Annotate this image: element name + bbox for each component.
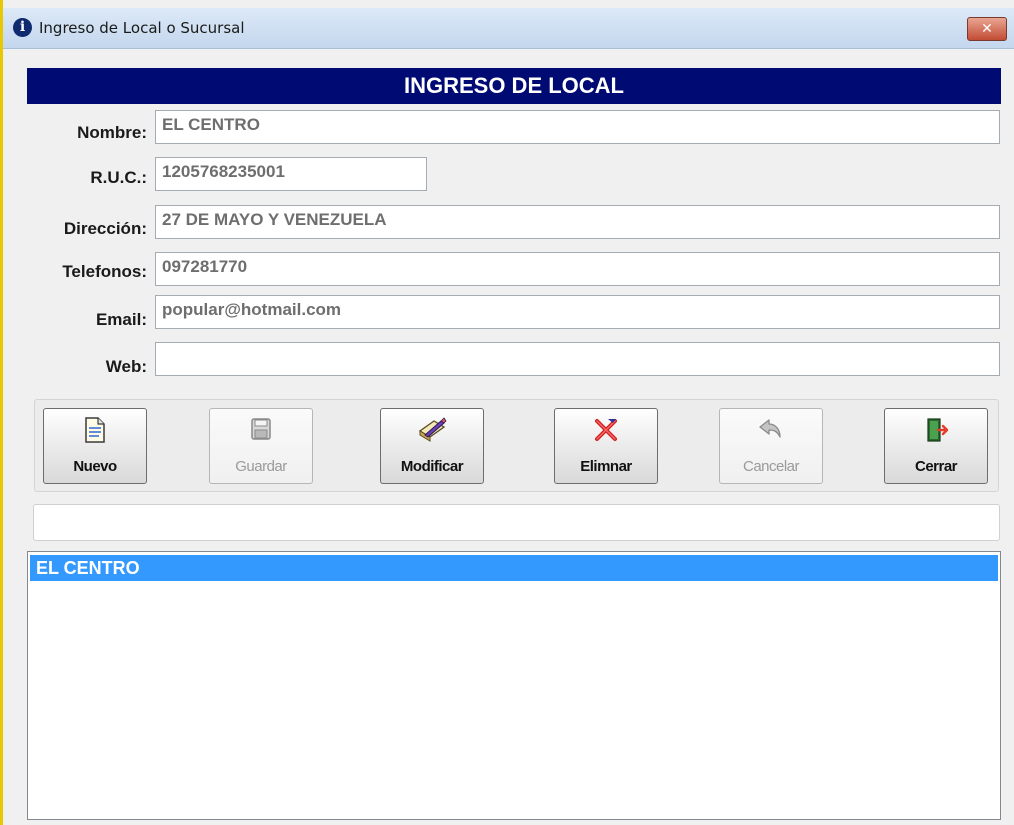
guardar-button[interactable]: Guardar <box>209 408 313 484</box>
app-window: i Ingreso de Local o Sucursal ✕ INGRESO … <box>0 0 1014 825</box>
nombre-field[interactable]: EL CENTRO <box>155 110 1000 144</box>
modificar-button[interactable]: Modificar <box>380 408 484 484</box>
action-toolbar: Nuevo Guardar Modificar Elimnar Cancelar… <box>34 399 999 492</box>
web-field[interactable] <box>155 342 1000 376</box>
ruc-field[interactable]: 1205768235001 <box>155 157 427 191</box>
ruc-label: R.U.C.: <box>90 168 147 187</box>
undo-arrow-icon <box>759 419 781 438</box>
nombre-label: Nombre: <box>77 123 147 142</box>
telefonos-label: Telefonos: <box>62 262 147 281</box>
telefonos-field[interactable]: 097281770 <box>155 252 1000 286</box>
cerrar-button[interactable]: Cerrar <box>884 408 988 484</box>
status-field[interactable] <box>33 504 1000 541</box>
local-list[interactable]: EL CENTRO <box>27 551 1001 820</box>
delete-x-icon <box>595 419 617 441</box>
save-icon <box>251 418 271 440</box>
email-label: Email: <box>95 310 147 329</box>
document-icon <box>85 417 105 443</box>
direccion-label: Dirección: <box>63 219 147 238</box>
cerrar-button-label: Cerrar <box>914 458 958 475</box>
cancelar-button-label: Cancelar <box>742 458 800 475</box>
title-bar: i Ingreso de Local o Sucursal ✕ <box>3 8 1014 49</box>
window-left-edge <box>0 0 3 825</box>
cancelar-button[interactable]: Cancelar <box>719 408 823 484</box>
exit-door-icon <box>927 418 949 442</box>
eliminar-button[interactable]: Elimnar <box>554 408 658 484</box>
guardar-button-label: Guardar <box>235 458 287 475</box>
email-field[interactable]: popular@hotmail.com <box>155 295 1000 329</box>
list-item[interactable]: EL CENTRO <box>30 555 998 581</box>
web-label: Web: <box>105 357 147 376</box>
eliminar-button-label: Elimnar <box>580 458 632 475</box>
modificar-button-label: Modificar <box>400 458 464 475</box>
window-title: Ingreso de Local o Sucursal <box>39 19 245 37</box>
nuevo-button[interactable]: Nuevo <box>43 408 147 484</box>
close-button[interactable]: ✕ <box>967 17 1007 41</box>
direccion-field[interactable]: 27 DE MAYO Y VENEZUELA <box>155 205 1000 239</box>
form-header: INGRESO DE LOCAL <box>27 68 1001 104</box>
edit-icon <box>418 417 447 442</box>
nuevo-button-label: Nuevo <box>73 458 117 475</box>
info-icon: i <box>13 18 32 37</box>
